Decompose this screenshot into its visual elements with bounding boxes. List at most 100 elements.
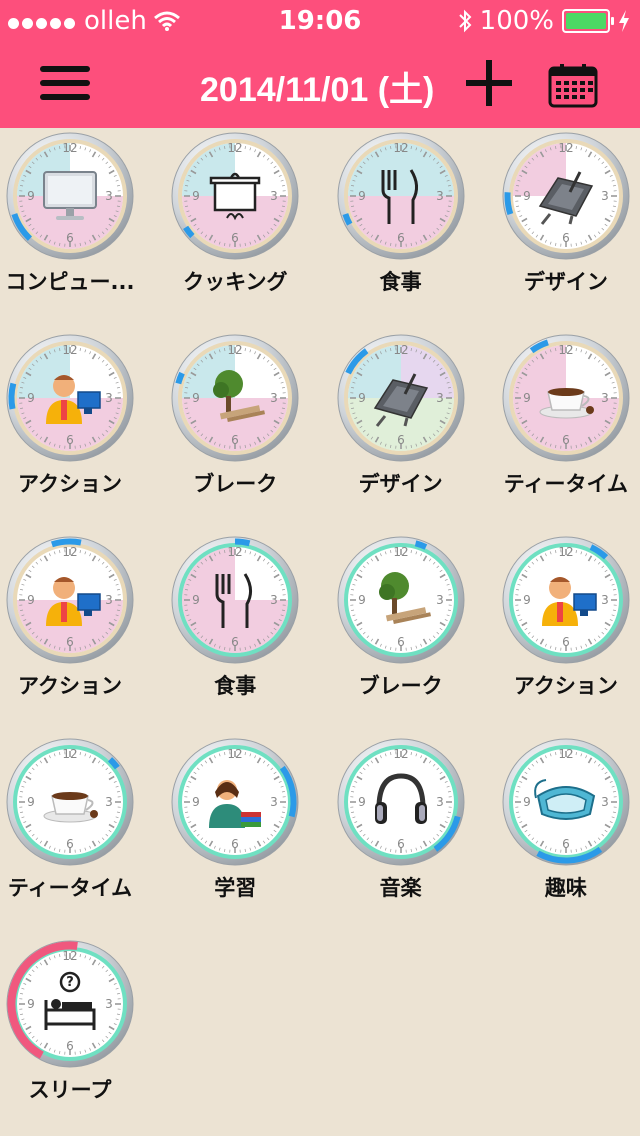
clock-numeral: 12 — [62, 141, 77, 155]
activity-label: デザイン — [358, 472, 443, 496]
activity-label: ブレーク — [358, 674, 443, 698]
activity-clock-item[interactable]: 12 3 6 9 食事 — [331, 128, 491, 328]
clock-face: 12 3 6 9? — [6, 940, 134, 1068]
clock-numeral: 6 — [231, 433, 239, 447]
clock-numeral: 6 — [397, 231, 405, 245]
charging-bolt-icon — [619, 10, 629, 32]
clock-numeral: 3 — [270, 391, 278, 405]
clock-face: 12 3 6 9 — [6, 738, 134, 866]
clock-numeral: 3 — [105, 997, 113, 1011]
activity-clock-item[interactable]: 12 3 6 9 ティータイム — [496, 330, 640, 530]
activity-clock-item[interactable]: 12 3 6 9 アクション — [0, 532, 160, 732]
activity-clock-item[interactable]: 12 3 6 9 食事 — [165, 532, 325, 732]
clock-numeral: 9 — [523, 391, 531, 405]
clock-numeral: 12 — [62, 545, 77, 559]
clock-numeral: 6 — [66, 635, 74, 649]
activity-clock-item[interactable]: 12 3 6 9 ブレーク — [331, 532, 491, 732]
clock-face: 12 3 6 9 — [171, 536, 299, 664]
nav-bar: 2014/11/01 (土) — [0, 40, 640, 128]
activity-label: 趣味 — [544, 876, 587, 900]
activity-label: 学習 — [214, 876, 257, 900]
activity-label: アクション — [513, 674, 618, 698]
clock-numeral: 3 — [601, 189, 609, 203]
clock-numeral: 3 — [601, 795, 609, 809]
activity-label: デザイン — [523, 270, 608, 294]
battery-percent: 100% — [479, 6, 554, 36]
clock-numeral: 12 — [558, 747, 573, 761]
clock-numeral: 9 — [358, 391, 366, 405]
clock-face: 12 3 6 9 — [502, 536, 630, 664]
clock-numeral: 12 — [558, 141, 573, 155]
activity-label: ティータイム — [7, 876, 133, 900]
clock-numeral: 9 — [523, 593, 531, 607]
clock-numeral: 12 — [393, 343, 408, 357]
clock-numeral: 12 — [393, 747, 408, 761]
clock-numeral: 6 — [231, 635, 239, 649]
clock-numeral: 12 — [393, 545, 408, 559]
clock-numeral: 12 — [393, 141, 408, 155]
clock-numeral: 6 — [397, 433, 405, 447]
activity-clock-item[interactable]: 12 3 6 9 趣味 — [496, 734, 640, 934]
activity-clock-item[interactable]: 12 3 6 9 デザイン — [331, 330, 491, 530]
clock-numeral: 9 — [27, 795, 35, 809]
activity-clock-item[interactable]: 12 3 6 9 学習 — [165, 734, 325, 934]
clock-numeral: 6 — [66, 1039, 74, 1053]
activity-label: ティータイム — [503, 472, 629, 496]
calendar-button[interactable] — [548, 64, 598, 108]
activity-clock-item[interactable]: 12 3 6 9 クッキング — [165, 128, 325, 328]
clock-face: 12 3 6 9 — [171, 132, 299, 260]
clock-numeral: 6 — [397, 837, 405, 851]
clock-numeral: 9 — [27, 997, 35, 1011]
activity-clock-item[interactable]: 12 3 6 9 アクション — [496, 532, 640, 732]
clock-numeral: 3 — [601, 593, 609, 607]
clock-numeral: 12 — [558, 545, 573, 559]
activity-label: 食事 — [379, 270, 422, 294]
clock-numeral: 6 — [562, 433, 570, 447]
activity-grid: 12 3 6 9 コンピュー... 12 3 6 9 クッキング 12 3 6 9 食事 12 3 6 9 デザイン 1… — [0, 128, 640, 1136]
clock-face: 12 3 6 9 — [502, 334, 630, 462]
page-title: 2014/11/01 (土) — [200, 71, 435, 109]
clock-face: 12 3 6 9 — [337, 536, 465, 664]
activity-clock-item[interactable]: 12 3 6 9 コンピュー... — [0, 128, 160, 328]
menu-button[interactable] — [40, 66, 90, 106]
clock-numeral: 9 — [27, 189, 35, 203]
clock-face: 12 3 6 9 — [6, 536, 134, 664]
clock-numeral: 6 — [231, 231, 239, 245]
clock-numeral: 6 — [66, 231, 74, 245]
add-button[interactable] — [466, 60, 512, 106]
clock-numeral: 9 — [358, 593, 366, 607]
clock-face: 12 3 6 9 — [337, 738, 465, 866]
clock-numeral: 9 — [523, 189, 531, 203]
activity-label: スリープ — [28, 1078, 112, 1102]
clock-numeral: 3 — [105, 795, 113, 809]
activity-label: アクション — [18, 472, 122, 496]
activity-label: アクション — [18, 674, 122, 698]
clock-numeral: 6 — [562, 231, 570, 245]
clock-numeral: 9 — [27, 593, 35, 607]
clock-numeral: 3 — [105, 593, 113, 607]
clock-face: 12 3 6 9 — [6, 334, 134, 462]
activity-clock-item[interactable]: 12 3 6 9 ブレーク — [165, 330, 325, 530]
status-bar: olleh 19:06 100% — [0, 0, 640, 40]
activity-clock-item[interactable]: 12 3 6 9 音楽 — [331, 734, 491, 934]
activity-clock-item[interactable]: 12 3 6 9? スリープ — [0, 936, 160, 1136]
clock-numeral: 12 — [62, 949, 77, 963]
clock-face: 12 3 6 9 — [6, 132, 134, 260]
clock-numeral: 9 — [358, 189, 366, 203]
clock-numeral: 3 — [270, 189, 278, 203]
clock-numeral: 9 — [523, 795, 531, 809]
battery-icon — [562, 9, 614, 33]
status-right: 100% — [458, 6, 630, 36]
activity-clock-item[interactable]: 12 3 6 9 ティータイム — [0, 734, 160, 934]
clock-numeral: 3 — [105, 391, 113, 405]
hamburger-icon — [40, 66, 90, 72]
clock-face: 12 3 6 9 — [502, 738, 630, 866]
clock-face: 12 3 6 9 — [337, 334, 465, 462]
clock-numeral: 9 — [192, 189, 200, 203]
activity-clock-item[interactable]: 12 3 6 9 アクション — [0, 330, 160, 530]
clock-face: 12 3 6 9 — [171, 738, 299, 866]
clock-numeral: 6 — [66, 837, 74, 851]
clock-numeral: 6 — [231, 837, 239, 851]
clock-numeral: 9 — [358, 795, 366, 809]
activity-clock-item[interactable]: 12 3 6 9 デザイン — [496, 128, 640, 328]
